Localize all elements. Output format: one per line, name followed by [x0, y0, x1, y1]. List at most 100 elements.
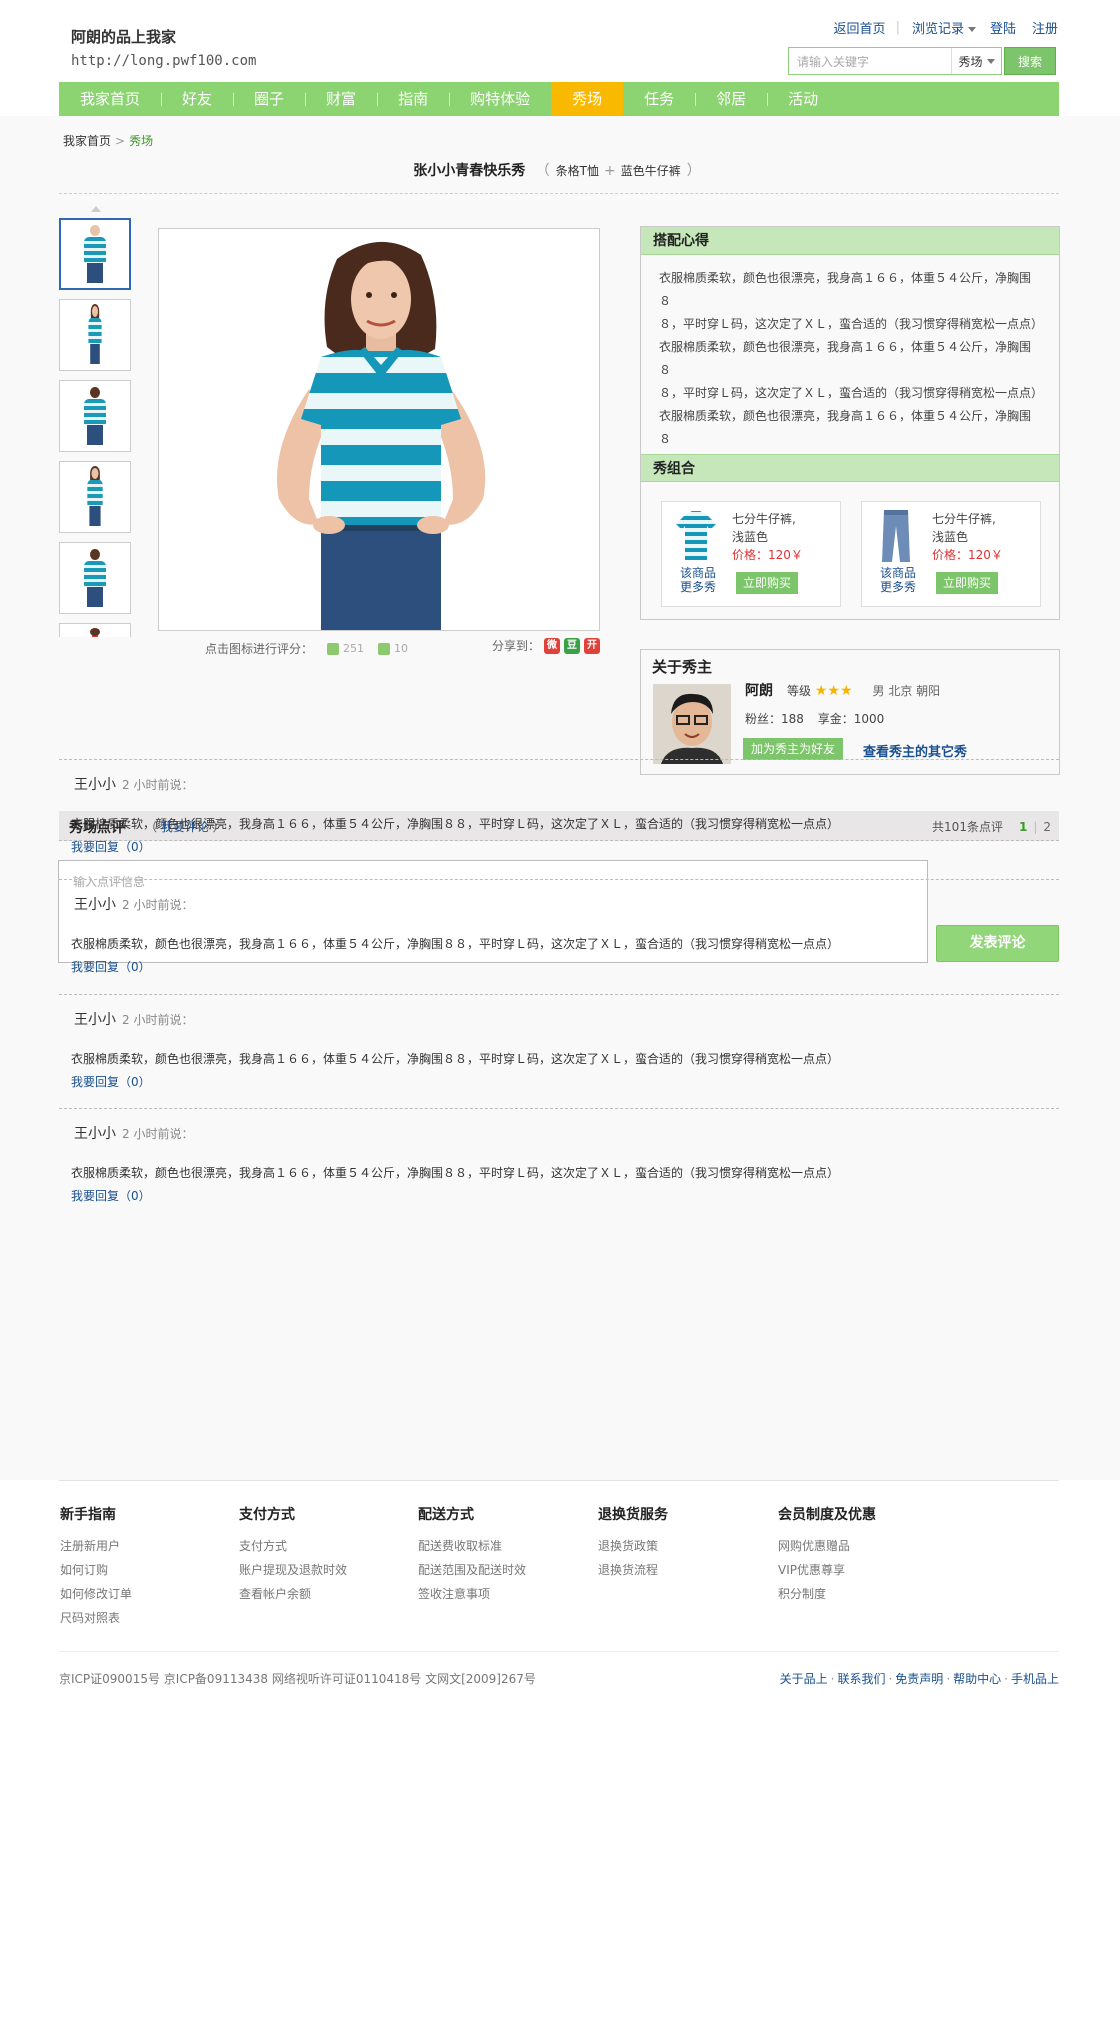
- footer-link[interactable]: 查看帐户余额: [239, 1582, 347, 1606]
- thumbnail[interactable]: [59, 542, 131, 614]
- share-bar: 分享到： 微 豆 开: [492, 637, 600, 654]
- buy-now-button[interactable]: 立即购买: [936, 572, 998, 594]
- review-author[interactable]: 王小小: [74, 1126, 116, 1142]
- home-link[interactable]: 返回首页: [834, 18, 886, 37]
- combo-name[interactable]: 七分牛仔裤,: [732, 510, 803, 528]
- register-link[interactable]: 注册: [1032, 18, 1058, 37]
- footer-link[interactable]: 退换货政策: [598, 1534, 668, 1558]
- divider: [59, 1480, 1059, 1481]
- nav-item[interactable]: 秀场: [551, 82, 624, 116]
- owner-level-label: 等级: [787, 684, 812, 698]
- breadcrumb-current: 秀场: [129, 134, 154, 148]
- nav-item[interactable]: 财富: [305, 82, 377, 116]
- tshirt-product-image[interactable]: [674, 508, 718, 564]
- add-friend-button[interactable]: 加为秀主为好友: [743, 738, 843, 760]
- review-time: 2 小时前说：: [122, 778, 194, 792]
- nav-item[interactable]: 好友: [161, 82, 233, 116]
- footer-bottom-link[interactable]: 关于品上: [780, 1672, 828, 1686]
- view-other-shows-link[interactable]: 查看秀主的其它秀: [863, 741, 967, 760]
- buy-now-button[interactable]: 立即购买: [736, 572, 798, 594]
- footer-bottom-link[interactable]: 手机品上: [1011, 1672, 1059, 1686]
- combo-title: 秀组合: [641, 454, 1059, 482]
- breadcrumb-home[interactable]: 我家首页: [63, 134, 111, 148]
- thumbnail[interactable]: [59, 380, 131, 452]
- footer-link[interactable]: 配送费收取标准: [418, 1534, 526, 1558]
- weibo-icon[interactable]: 微: [544, 637, 560, 654]
- footer-link[interactable]: 支付方式: [239, 1534, 347, 1558]
- search-category-label: 秀场: [958, 54, 983, 69]
- combo-more-shows[interactable]: 该商品 更多秀: [670, 566, 726, 594]
- footer-bottom-link[interactable]: 免责声明: [895, 1672, 943, 1686]
- combo-price: 价格：120￥: [732, 548, 803, 562]
- footer-link[interactable]: 退换货流程: [598, 1558, 668, 1582]
- review-author[interactable]: 王小小: [74, 897, 116, 913]
- login-link[interactable]: 登陆: [990, 18, 1016, 37]
- reply-link[interactable]: 我要回复（0）: [71, 958, 151, 975]
- review-text: 衣服棉质柔软，颜色也很漂亮，我身高１６６，体重５４公斤，净胸围８８，平时穿Ｌ码，…: [71, 1166, 840, 1180]
- footer-bottom-link[interactable]: 帮助中心: [953, 1672, 1001, 1686]
- review-author[interactable]: 王小小: [74, 777, 116, 793]
- paren-open: （: [535, 163, 550, 179]
- nav-item[interactable]: 我家首页: [59, 82, 161, 116]
- nav-item[interactable]: 圈子: [233, 82, 305, 116]
- nav-item[interactable]: 购特体验: [449, 82, 551, 116]
- thumbnail[interactable]: [59, 299, 131, 371]
- footer-link[interactable]: 签收注意事项: [418, 1582, 526, 1606]
- combo-panel: 秀组合 七分牛仔裤, 浅蓝色 价格：120￥ 该商品 更多秀 立即购买 七分牛仔裤…: [640, 454, 1060, 620]
- reply-link[interactable]: 我要回复（0）: [71, 1187, 151, 1204]
- nav-item[interactable]: 邻居: [695, 82, 767, 116]
- history-dropdown[interactable]: 浏览记录: [912, 18, 976, 37]
- footer-link[interactable]: 配送范围及配送时效: [418, 1558, 526, 1582]
- thumbnail[interactable]: [59, 461, 131, 533]
- owner-money: 享金：1000: [817, 712, 885, 726]
- model-thumbnail-image: [81, 385, 109, 447]
- show-tag-1[interactable]: 条格T恤: [556, 164, 599, 178]
- nav-item[interactable]: 活动: [767, 82, 839, 116]
- combo-color: 浅蓝色: [732, 530, 769, 544]
- review-author[interactable]: 王小小: [74, 1012, 116, 1028]
- thumbnail[interactable]: [59, 623, 131, 637]
- footer-link[interactable]: 尺码对照表: [60, 1606, 132, 1630]
- combo-name[interactable]: 七分牛仔裤,: [932, 510, 1003, 528]
- footer-link[interactable]: 注册新用户: [60, 1534, 132, 1558]
- footer-link[interactable]: 网购优惠赠品: [778, 1534, 876, 1558]
- thumbnail[interactable]: [59, 218, 131, 290]
- footer-link[interactable]: 账户提现及退款时效: [239, 1558, 347, 1582]
- model-thumbnail-image: [81, 223, 109, 285]
- reply-link[interactable]: 我要回复（0）: [71, 838, 151, 855]
- kaixin-icon[interactable]: 开: [584, 637, 600, 654]
- top-links: 返回首页 | 浏览记录 登陆 注册: [822, 18, 1058, 37]
- site-url[interactable]: http://long.pwf100.com: [71, 53, 256, 69]
- search-input[interactable]: 请输入关键字: [789, 53, 951, 70]
- history-label: 浏览记录: [911, 22, 964, 37]
- footer-link[interactable]: VIP优惠尊享: [778, 1558, 876, 1582]
- thumbnail-strip: [59, 206, 133, 646]
- footer-column-title: 新手指南: [60, 1507, 116, 1523]
- site-header: 阿朗的品上我家 http://long.pwf100.com 返回首页 | 浏览…: [0, 0, 1120, 116]
- thumbs-down-icon[interactable]: [378, 642, 391, 655]
- more-line-2: 更多秀: [879, 580, 916, 594]
- scroll-up-icon[interactable]: [91, 206, 101, 212]
- footer-link[interactable]: 如何修改订单: [60, 1582, 132, 1606]
- tips-panel: 搭配心得 衣服棉质柔软，颜色也很漂亮，我身高１６６，体重５４公斤，净胸围８ ８，平…: [640, 226, 1060, 492]
- reply-link[interactable]: 我要回复（0）: [71, 1073, 151, 1090]
- nav-item[interactable]: 指南: [377, 82, 449, 116]
- main-photo[interactable]: [158, 228, 600, 631]
- footer-link[interactable]: 如何订购: [60, 1558, 132, 1582]
- nav-item[interactable]: 任务: [623, 82, 695, 116]
- douban-icon[interactable]: 豆: [564, 637, 580, 654]
- thumbs-up-icon[interactable]: [327, 642, 340, 655]
- avatar[interactable]: [653, 684, 731, 764]
- more-line-2: 更多秀: [679, 580, 716, 594]
- combo-more-shows[interactable]: 该商品 更多秀: [870, 566, 926, 594]
- owner-name[interactable]: 阿朗: [745, 683, 773, 699]
- search-category-select[interactable]: 秀场: [951, 48, 1001, 74]
- search-button[interactable]: 搜索: [1004, 47, 1056, 75]
- site-name[interactable]: 阿朗的品上我家: [71, 26, 256, 47]
- footer-column: 新手指南注册新用户 如何订购 如何修改订单 尺码对照表: [60, 1504, 132, 1630]
- jeans-product-image[interactable]: [874, 508, 918, 564]
- footer-bottom-link[interactable]: 联系我们: [837, 1672, 885, 1686]
- footer-link[interactable]: 积分制度: [778, 1582, 876, 1606]
- show-tag-2[interactable]: 蓝色牛仔裤: [621, 164, 681, 178]
- review-time: 2 小时前说：: [122, 1013, 194, 1027]
